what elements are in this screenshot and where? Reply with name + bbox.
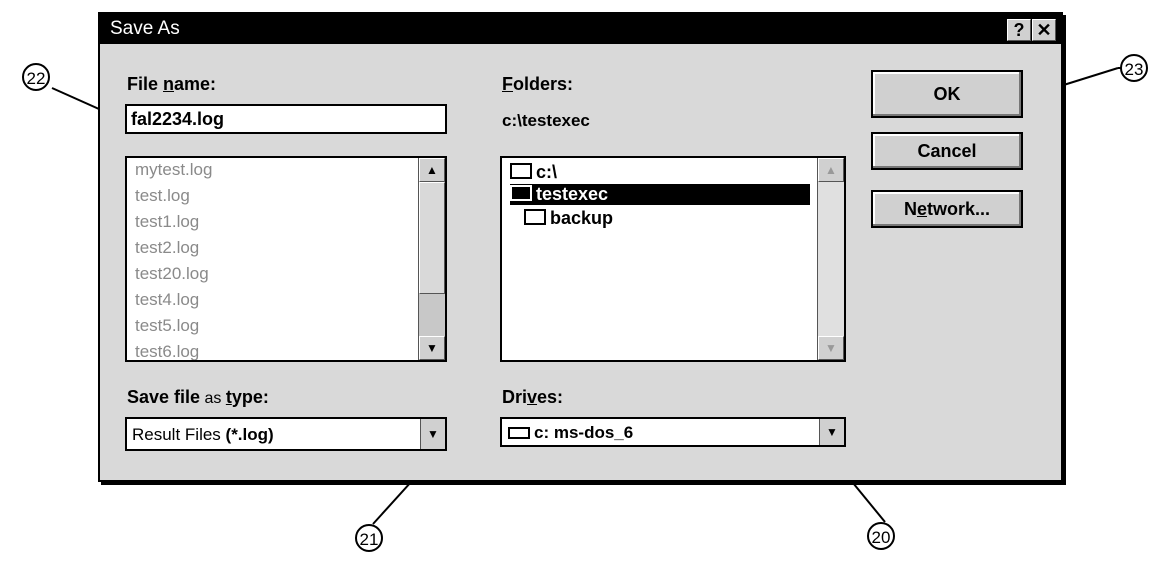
folder-list[interactable]: c:\ testexec backup ▲ ▼ bbox=[500, 156, 846, 362]
callout-22: 22 bbox=[22, 63, 50, 91]
save-type-value: Result Files (*.log) bbox=[132, 425, 274, 444]
folder-item[interactable]: backup bbox=[524, 208, 613, 229]
list-item[interactable]: test5.log bbox=[135, 316, 199, 336]
list-item[interactable]: test20.log bbox=[135, 264, 209, 284]
folder-icon bbox=[510, 185, 532, 201]
drives-label: Drives: bbox=[502, 387, 564, 407]
list-item[interactable]: mytest.log bbox=[135, 160, 212, 180]
dropdown-arrow-icon[interactable]: ▼ bbox=[420, 419, 445, 449]
list-item[interactable]: test1.log bbox=[135, 212, 199, 232]
drive-icon bbox=[508, 427, 530, 439]
scroll-up-icon[interactable]: ▲ bbox=[818, 158, 844, 182]
list-item[interactable]: test2.log bbox=[135, 238, 199, 258]
dialog-title: Save As bbox=[110, 18, 180, 39]
callout-21: 21 bbox=[355, 524, 383, 552]
list-item[interactable]: test.log bbox=[135, 186, 190, 206]
close-icon[interactable]: ✕ bbox=[1032, 19, 1056, 41]
file-list[interactable]: mytest.log test.log test1.log test2.log … bbox=[125, 156, 447, 362]
scroll-thumb[interactable] bbox=[419, 182, 445, 294]
cancel-button[interactable]: Cancel bbox=[871, 132, 1023, 170]
file-name-value: fal2234.log bbox=[131, 109, 225, 129]
save-type-select[interactable]: Result Files (*.log) ▼ bbox=[125, 417, 447, 451]
save-type-label: Save file as type: bbox=[127, 387, 269, 407]
network-button[interactable]: Network... bbox=[871, 190, 1023, 228]
list-item[interactable]: test6.log bbox=[135, 342, 199, 360]
folder-icon bbox=[524, 209, 546, 225]
folder-list-scrollbar[interactable]: ▲ ▼ bbox=[817, 158, 844, 360]
folder-icon bbox=[510, 163, 532, 179]
ok-button[interactable]: OK bbox=[871, 70, 1023, 118]
save-as-dialog: Save As ? ✕ File name: fal2234.log mytes… bbox=[98, 12, 1063, 482]
scroll-down-icon[interactable]: ▼ bbox=[818, 336, 844, 360]
file-name-input[interactable]: fal2234.log bbox=[125, 104, 447, 134]
folder-item[interactable]: c:\ bbox=[510, 162, 557, 183]
folder-item-selected[interactable]: testexec bbox=[510, 184, 810, 205]
help-icon[interactable]: ? bbox=[1007, 19, 1031, 41]
file-name-label: File name: bbox=[127, 74, 217, 94]
drives-select[interactable]: c: ms-dos_6 ▼ bbox=[500, 417, 846, 447]
callout-23: 23 bbox=[1120, 54, 1148, 82]
folders-label: Folders: bbox=[502, 74, 574, 94]
file-list-scrollbar[interactable]: ▲ ▼ bbox=[418, 158, 445, 360]
list-item[interactable]: test4.log bbox=[135, 290, 199, 310]
scroll-down-icon[interactable]: ▼ bbox=[419, 336, 445, 360]
callout-20: 20 bbox=[867, 522, 895, 550]
drive-value: c: ms-dos_6 bbox=[508, 423, 633, 443]
scroll-up-icon[interactable]: ▲ bbox=[419, 158, 445, 182]
dropdown-arrow-icon[interactable]: ▼ bbox=[819, 419, 844, 445]
current-path: c:\testexec bbox=[502, 111, 590, 130]
title-bar: Save As ? ✕ bbox=[100, 14, 1061, 44]
